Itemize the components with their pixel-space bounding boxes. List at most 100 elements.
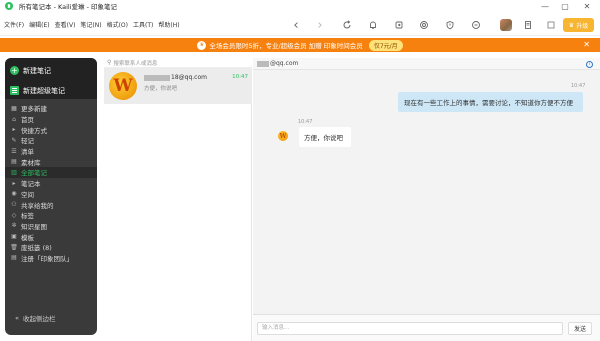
sidebar-item-all-notes[interactable]: ▥ 全部笔记 — [5, 167, 97, 178]
message-time: 10:47 — [298, 119, 313, 125]
sidebar-item-label: 更多新建 — [21, 105, 47, 114]
conversation-preview: 方便，你说吧 — [144, 86, 178, 92]
sidebar-item-label: 标签 — [21, 212, 34, 221]
upgrade-button[interactable]: ♛ 升级 — [563, 18, 594, 32]
menu-format[interactable]: 格式(O) — [107, 20, 128, 29]
sidebar-item-label: 知识星图 — [21, 222, 47, 231]
star-map-icon: ✲ — [11, 222, 17, 230]
title-bar: 所有笔记本 - Kaili爱琳 - 印象笔记 — ▢ ✕ — [0, 0, 600, 12]
materials-icon: ▤ — [11, 158, 17, 166]
sidebar-item-spaces[interactable]: ◉ 空间 — [5, 189, 97, 200]
list-item[interactable]: W 18@qq.com 10:47 方便，你说吧 — [104, 68, 252, 104]
sidebar-item-label: 笔记本 — [21, 180, 41, 189]
menu-help[interactable]: 帮助(H) — [158, 20, 179, 29]
search-placeholder: 搜索联系人或消息 — [113, 60, 158, 67]
close-button[interactable]: ✕ — [578, 0, 596, 12]
grid-icon: ▦ — [11, 104, 17, 112]
forward-button[interactable]: › — [313, 18, 327, 33]
sidebar-item-more-new[interactable]: ▦ 更多新建 — [5, 103, 97, 114]
sidebar-item-label: 废纸篓 (8) — [21, 244, 52, 253]
user-avatar[interactable] — [500, 19, 512, 31]
contact-email-suffix: 18@qq.com — [171, 74, 207, 81]
menu-file[interactable]: 文件(F) — [4, 20, 24, 29]
sidebar-item-tags[interactable]: ◇ 标签 — [5, 210, 97, 221]
chat-contact-email: @qq.com — [270, 60, 299, 67]
menu-view[interactable]: 查看(V) — [55, 20, 76, 29]
sidebar-item-label: 全部笔记 — [21, 169, 47, 178]
new-super-note-button[interactable]: 新建超级笔记 — [5, 83, 97, 98]
menu-tools[interactable]: 工具(T) — [133, 20, 153, 29]
sidebar-item-label: 首页 — [21, 116, 34, 125]
banner-close-icon[interactable]: ✕ — [583, 40, 590, 49]
sidebar-item-trash[interactable]: 🗑 废纸篓 (8) — [5, 242, 97, 253]
sidebar-nav: ▦ 更多新建 ⌂ 首页 ▸ 快捷方式 ✎ 轻记 ☰ 清单 ▤ 素材库 ▥ 全部笔记 ▸ 笔记本 … — [5, 99, 97, 263]
checklist-icon: ☰ — [11, 147, 17, 155]
team-icon: ▤ — [11, 254, 17, 262]
sidebar-item-knowledge-map[interactable]: ✲ 知识星图 — [5, 221, 97, 232]
promo-banner[interactable]: ♛ 全场会员限时5折，专业/超级会员 加赠 印象时间会员 仅7元/月 ✕ — [0, 38, 600, 52]
notebook-icon[interactable] — [521, 18, 535, 32]
notes-icon: ▥ — [11, 168, 17, 176]
menu-note[interactable]: 笔记(N) — [80, 20, 101, 29]
sidebar-item-label: 清单 — [21, 148, 34, 157]
new-super-note-label: 新建超级笔记 — [23, 86, 65, 95]
collapse-sidebar-button[interactable]: « 收起侧边栏 — [5, 313, 97, 323]
sync-icon[interactable] — [340, 18, 354, 32]
support-icon[interactable] — [417, 18, 431, 32]
search-input[interactable]: ⚲ 搜索联系人或消息 — [104, 58, 252, 68]
sidebar-item-materials[interactable]: ▤ 素材库 — [5, 156, 97, 167]
chat-header: @qq.com i — [253, 58, 600, 70]
minimize-button[interactable]: — — [536, 0, 554, 12]
sidebar-item-register-team[interactable]: ▤ 注册「印象团队」 — [5, 253, 97, 264]
people-icon: ⚇ — [11, 201, 17, 209]
sidebar-item-label: 轻记 — [21, 137, 34, 146]
message-input[interactable]: 输入消息... — [257, 322, 563, 335]
sidebar: + 新建笔记 新建超级笔记 ▦ 更多新建 ⌂ 首页 ▸ 快捷方式 ✎ 轻记 ☰ 清单 ▤ 素… — [5, 58, 97, 335]
search-icon: ⚲ — [107, 59, 112, 66]
app-window: 所有笔记本 - Kaili爱琳 - 印象笔记 — ▢ ✕ 文件(F) 编辑(E)… — [0, 0, 600, 341]
evernote-logo-icon — [5, 2, 13, 10]
sidebar-item-shared[interactable]: ⚇ 共享给我的 — [5, 199, 97, 210]
upgrade-label: 升级 — [576, 22, 589, 30]
contact-avatar: W — [109, 72, 137, 100]
settings-icon[interactable] — [544, 18, 558, 32]
menu-edit[interactable]: 编辑(E) — [29, 20, 49, 29]
conversation-list: ⚲ 搜索联系人或消息 W 18@qq.com 10:47 方便，你说吧 — [104, 58, 252, 341]
sidebar-item-shortcuts[interactable]: ▸ 快捷方式 — [5, 124, 97, 135]
shield-icon[interactable] — [443, 18, 457, 32]
sidebar-item-checklist[interactable]: ☰ 清单 — [5, 146, 97, 157]
space-icon: ◉ — [11, 190, 17, 198]
plus-icon: + — [10, 66, 19, 75]
template-icon: ▣ — [11, 233, 17, 241]
import-icon[interactable] — [392, 18, 406, 32]
home-icon: ⌂ — [12, 115, 16, 123]
contact-name: 18@qq.com — [144, 74, 207, 81]
sidebar-item-home[interactable]: ⌂ 首页 — [5, 114, 97, 125]
message-time: 10:47 — [571, 83, 586, 89]
new-note-label: 新建笔记 — [23, 66, 51, 75]
maximize-button[interactable]: ▢ — [556, 0, 574, 12]
pen-icon: ✎ — [11, 136, 17, 144]
sidebar-item-notebooks[interactable]: ▸ 笔记本 — [5, 178, 97, 189]
more-icon[interactable] — [469, 18, 483, 32]
sidebar-item-quick-notes[interactable]: ✎ 轻记 — [5, 135, 97, 146]
promo-icon: ♛ — [197, 40, 207, 50]
sidebar-item-label: 共享给我的 — [21, 201, 54, 210]
redacted-block — [257, 60, 269, 67]
super-note-icon — [10, 86, 19, 95]
crown-icon: ♛ — [568, 21, 575, 29]
trash-icon: 🗑 — [10, 243, 18, 251]
new-note-button[interactable]: + 新建笔记 — [5, 63, 97, 78]
sidebar-item-templates[interactable]: ▣ 模板 — [5, 231, 97, 242]
send-button[interactable]: 发送 — [568, 322, 592, 335]
back-button[interactable]: ‹ — [289, 18, 303, 33]
sidebar-item-label: 快捷方式 — [21, 126, 47, 135]
bell-icon[interactable] — [366, 18, 380, 32]
promo-price-pill[interactable]: 仅7元/月 — [368, 39, 403, 51]
tag-icon: ◇ — [11, 211, 17, 219]
collapse-label: 收起侧边栏 — [22, 315, 56, 323]
chat-panel: @qq.com i 10:47 现在有一些工作上的事情，需要讨论，不知道你方便不… — [253, 58, 600, 341]
info-icon[interactable]: i — [586, 61, 593, 68]
sidebar-create-section: + 新建笔记 新建超级笔记 — [5, 58, 97, 99]
incoming-message: 方便，你说吧 — [299, 127, 351, 147]
